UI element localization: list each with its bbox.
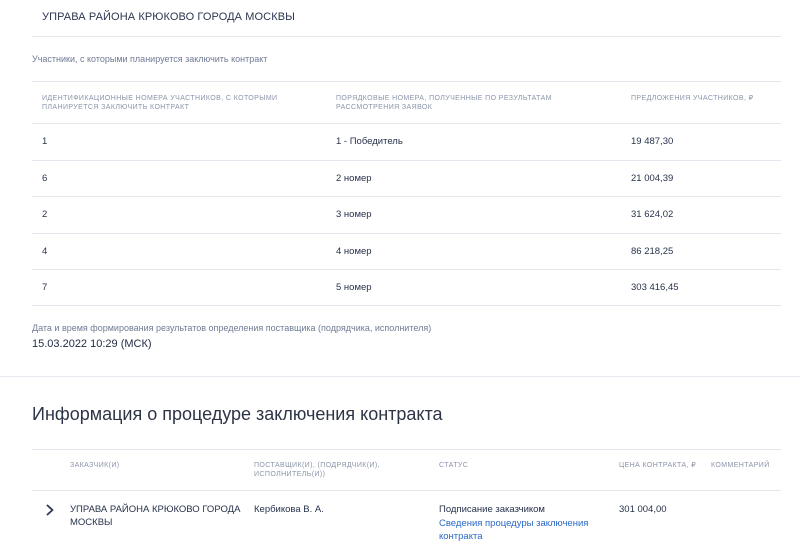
participant-id: 2 (42, 209, 48, 220)
participant-offer: 303 416,45 (631, 282, 679, 293)
section-separator (0, 376, 800, 377)
participant-order: 2 номер (336, 173, 372, 184)
divider (32, 305, 781, 306)
results-datetime-caption: Дата и время формирования результатов оп… (32, 323, 432, 333)
participant-order: 4 номер (336, 246, 372, 257)
participant-id: 4 (42, 246, 48, 257)
participant-offer: 19 487,30 (631, 136, 674, 147)
procedure-details-link[interactable]: Сведения процедуры заключения контракта (439, 517, 609, 543)
table-row: 4 4 номер 86 218,25 (32, 234, 781, 270)
results-datetime-value: 15.03.2022 10:29 (МСК) (32, 338, 152, 350)
column-header-customer: ЗАКАЗЧИК(И) (70, 462, 120, 469)
participant-offer: 21 004,39 (631, 173, 674, 184)
column-header-order: ПОРЯДКОВЫЕ НОМЕРА, ПОЛУЧЕННЫЕ ПО РЕЗУЛЬТ… (336, 95, 552, 111)
divider (32, 36, 781, 37)
divider (32, 490, 781, 491)
contract-price: 301 004,00 (619, 504, 667, 515)
contract-customer: УПРАВА РАЙОНА КРЮКОВО ГОРОДА МОСКВЫ (70, 504, 241, 528)
chevron-right-icon[interactable] (45, 504, 55, 516)
contract-section-title: Информация о процедуре заключения контра… (32, 404, 443, 424)
column-header-comment: КОММЕНТАРИЙ (711, 462, 770, 469)
table-row: 2 3 номер 31 624,02 (32, 197, 781, 233)
table-row: 7 5 номер 303 416,45 (32, 270, 781, 306)
participants-caption: Участники, с которыми планируется заключ… (32, 54, 268, 64)
column-header-offer: ПРЕДЛОЖЕНИЯ УЧАСТНИКОВ, ₽ (631, 95, 754, 102)
table-row: 6 2 номер 21 004,39 (32, 161, 781, 197)
participant-order: 1 - Победитель (336, 136, 403, 147)
participant-id: 1 (42, 136, 48, 147)
column-header-price: ЦЕНА КОНТРАКТА, ₽ (619, 462, 697, 469)
participant-offer: 31 624,02 (631, 209, 674, 220)
participant-id: 7 (42, 282, 48, 293)
divider (32, 81, 781, 82)
participant-id: 6 (42, 173, 48, 184)
participant-order: 5 номер (336, 282, 372, 293)
column-header-status: СТАТУС (439, 462, 469, 469)
contract-status: Подписание заказчиком (439, 504, 545, 515)
organization-title: УПРАВА РАЙОНА КРЮКОВО ГОРОДА МОСКВЫ (42, 11, 296, 23)
participant-offer: 86 218,25 (631, 246, 674, 257)
column-header-supplier: ПОСТАВЩИК(И), (ПОДРЯДЧИК(И), ИСПОЛНИТЕЛЬ… (254, 462, 381, 478)
contract-supplier: Кербикова В. А. (254, 504, 324, 515)
table-row: 1 1 - Победитель 19 487,30 (32, 124, 781, 160)
divider (32, 449, 781, 450)
column-header-id: ИДЕНТИФИКАЦИОННЫЕ НОМЕРА УЧАСТНИКОВ, С К… (42, 95, 278, 111)
participant-order: 3 номер (336, 209, 372, 220)
